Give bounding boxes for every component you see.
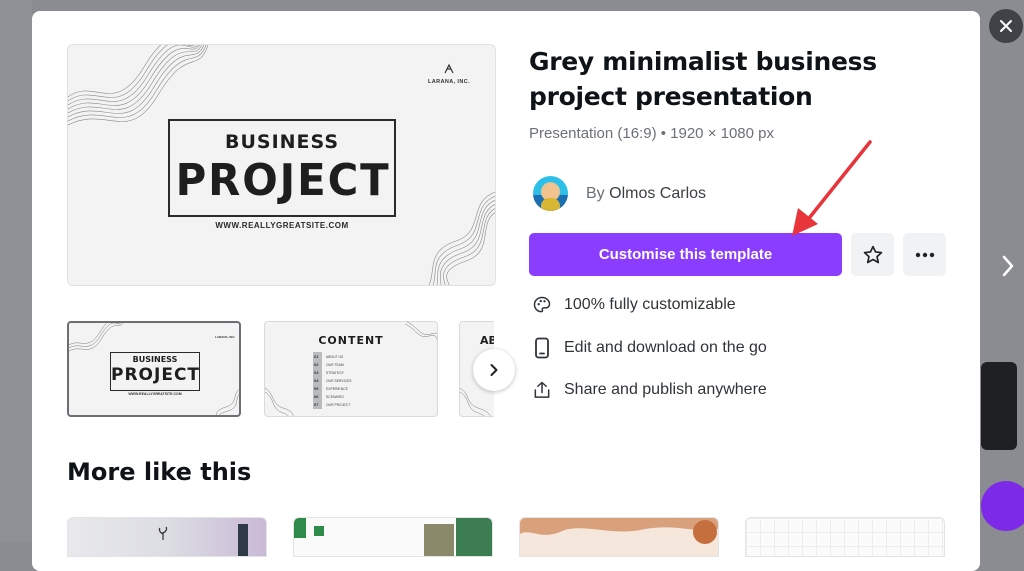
feature-share: Share and publish anywhere — [531, 378, 767, 402]
chevron-right-icon — [1002, 255, 1014, 277]
more-options-button[interactable] — [903, 233, 946, 276]
green-block — [294, 518, 306, 538]
share-icon — [531, 379, 553, 401]
feature-mobile: Edit and download on the go — [531, 336, 767, 360]
thumb-company: LARANA, INC. — [215, 335, 236, 339]
avatar-shirt — [541, 198, 560, 211]
thumb-number: 06 — [314, 394, 319, 399]
thumb-content-item: SCENARIO — [326, 395, 344, 399]
thumb-content-numbers: 01 02 03 04 05 06 07 — [314, 353, 318, 409]
slide-company: LARANA, INC. — [427, 79, 471, 85]
photo-block — [424, 524, 454, 556]
thumb-title-box: BUSINESS PROJECT — [110, 352, 200, 391]
thumb-number: 04 — [314, 378, 319, 383]
more-like-this-heading: More like this — [67, 458, 252, 486]
palette-icon — [531, 294, 553, 316]
slide-title: PROJECT — [175, 155, 391, 206]
author-line: By Olmos Carlos — [586, 185, 706, 203]
author-name-link[interactable]: Olmos Carlos — [609, 185, 706, 202]
annotation-arrow — [792, 140, 872, 236]
thumb-url: WWW.REALLYGREATSITE.COM — [128, 392, 182, 396]
template-preview: LARANA, INC. BUSINESS PROJECT WWW.REALLY… — [67, 44, 496, 286]
author-avatar[interactable] — [533, 176, 568, 211]
related-template-card[interactable] — [67, 517, 267, 557]
related-template-card[interactable] — [293, 517, 493, 557]
feature-label: 100% fully customizable — [564, 296, 736, 313]
close-button[interactable] — [989, 9, 1023, 43]
wave-decoration — [265, 387, 294, 416]
more-icon — [915, 252, 934, 257]
background-fab — [981, 481, 1024, 531]
chevron-right-icon — [490, 364, 498, 376]
photo-block — [456, 518, 492, 556]
lamp-decoration — [238, 524, 248, 556]
page-thumbnails: LARANA, INC. BUSINESS PROJECT WWW.REALLY… — [67, 321, 494, 419]
feature-customizable: 100% fully customizable — [531, 293, 736, 317]
thumb-about-title: AB — [480, 334, 494, 347]
thumb-number: 02 — [314, 362, 319, 367]
green-block — [314, 526, 324, 536]
close-icon — [1000, 20, 1012, 32]
next-template-button[interactable] — [996, 250, 1020, 282]
thumb-title: PROJECT — [111, 365, 201, 385]
feature-label: Edit and download on the go — [564, 339, 767, 356]
thumb-subtitle: BUSINESS — [132, 355, 178, 364]
thumb-content-item: OUR SERVICES — [326, 379, 352, 383]
template-meta: Presentation (16:9) • 1920 × 1080 px — [529, 125, 775, 142]
thumb-content-item: OUR PROJECT — [326, 403, 351, 407]
author-prefix: By — [586, 185, 605, 202]
thumb-number: 05 — [314, 386, 319, 391]
slide-subtitle: BUSINESS — [224, 131, 340, 153]
thumbnail-page-1[interactable]: LARANA, INC. BUSINESS PROJECT WWW.REALLY… — [67, 321, 241, 417]
thumb-content-item: STRATEGY — [326, 371, 345, 375]
thumb-number: 07 — [314, 402, 319, 407]
thumb-number: 01 — [314, 354, 319, 359]
brand-logo-icon — [444, 63, 454, 74]
phone-icon — [531, 337, 553, 359]
thumbnail-page-2[interactable]: CONTENT 01 02 03 04 05 06 07 ABOUT US OU… — [264, 321, 438, 417]
wave-decoration — [216, 389, 239, 415]
plant-icon — [156, 526, 170, 540]
related-template-card[interactable] — [745, 517, 945, 557]
thumb-content-title: CONTENT — [318, 334, 384, 347]
blob-decoration — [520, 518, 718, 544]
thumbnails-next-button[interactable] — [473, 349, 515, 391]
wave-decoration-bottom-right — [428, 191, 495, 285]
slide-url: WWW.REALLYGREATSITE.COM — [215, 221, 349, 230]
thumb-content-item: OUR TEAM — [326, 363, 344, 367]
star-icon — [863, 245, 882, 263]
thumb-number: 03 — [314, 370, 319, 375]
related-template-card[interactable] — [519, 517, 719, 557]
thumb-content-item: EXPERIENCE — [326, 387, 348, 391]
slide-title-box: BUSINESS PROJECT — [168, 119, 396, 217]
background-tile — [981, 362, 1017, 450]
thumb-content-item: ABOUT US — [326, 355, 344, 359]
thumb-content-list: ABOUT US OUR TEAM STRATEGY OUR SERVICES … — [326, 353, 352, 409]
background-left-strip — [0, 0, 32, 542]
template-title: Grey minimalist business project present… — [529, 47, 877, 111]
feature-label: Share and publish anywhere — [564, 381, 767, 398]
